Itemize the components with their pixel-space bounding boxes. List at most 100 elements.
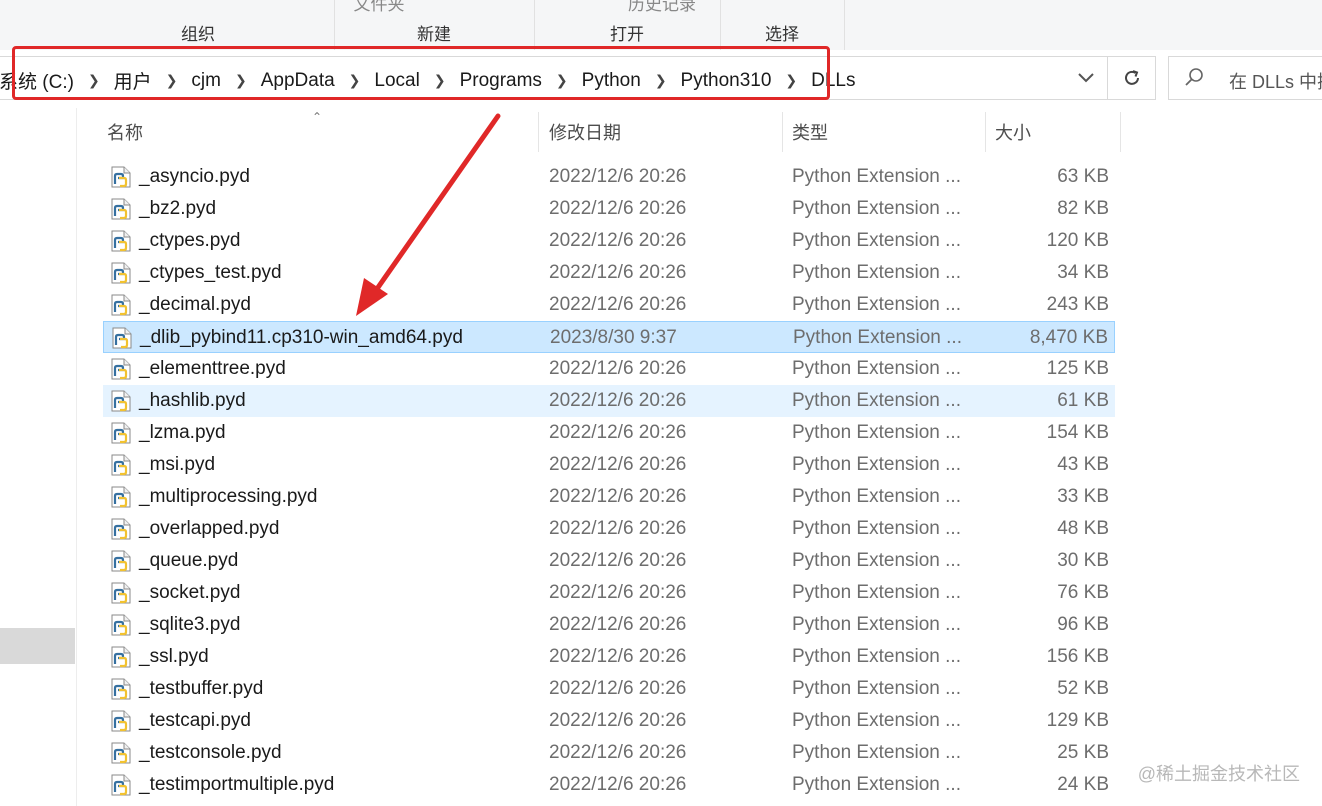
chevron-right-icon[interactable]: ❯ [80,72,108,89]
column-divider[interactable] [985,112,986,152]
table-row[interactable]: _testcapi.pyd 2022/12/6 20:26 Python Exten… [103,705,1115,737]
file-date: 2022/12/6 20:26 [549,646,687,667]
table-row[interactable]: _testbuffer.pyd 2022/12/6 20:26 Python Ext… [103,673,1115,705]
file-size: 154 KB [1046,422,1109,443]
address-bar[interactable]: 系统 (C:) ❯ 用户 ❯ cjm ❯ AppData ❯ Local ❯ P… [0,56,1108,100]
file-size: 25 KB [1057,742,1109,763]
file-size: 120 KB [1046,230,1109,251]
ribbon-group-open[interactable]: 历史记录 打开 [534,0,721,50]
file-type: Python Extension ... [792,646,961,667]
chevron-right-icon[interactable]: ❯ [341,72,369,89]
chevron-right-icon[interactable]: ❯ [548,72,576,89]
breadcrumb-item[interactable]: Python310 [675,70,778,92]
ribbon-cut-text: 文件夹 [353,0,405,14]
breadcrumb-item[interactable]: 用户 [108,67,158,94]
file-date: 2022/12/6 20:26 [549,550,687,571]
file-size: 129 KB [1046,710,1109,731]
file-type: Python Extension ... [792,518,961,539]
table-row[interactable]: _lzma.pyd 2022/12/6 20:26 Python Extension… [103,417,1115,449]
file-type: Python Extension ... [792,486,961,507]
python-file-icon [111,582,131,604]
breadcrumb-item[interactable]: Python [576,70,647,92]
file-size: 63 KB [1057,166,1109,187]
ribbon-group-label: 选择 [765,25,799,44]
file-type: Python Extension ... [792,390,961,411]
file-date: 2022/12/6 20:26 [549,518,687,539]
breadcrumb-item[interactable]: DLLs [805,70,861,92]
chevron-down-icon[interactable] [1066,56,1106,100]
column-header-size[interactable]: 大小 [995,112,1115,152]
file-date: 2022/12/6 20:26 [549,774,687,795]
table-row[interactable]: _queue.pyd 2022/12/6 20:26 Python Extensio… [103,545,1115,577]
file-name: _dlib_pybind11.cp310-win_amd64.pyd [140,327,463,348]
breadcrumb-item[interactable]: cjm [185,70,227,92]
search-input[interactable]: 在 DLLs 中搜 [1229,68,1322,94]
breadcrumb: 系统 (C:) ❯ 用户 ❯ cjm ❯ AppData ❯ Local ❯ P… [0,67,862,94]
table-row[interactable]: _ssl.pyd 2022/12/6 20:26 Python Extension … [103,641,1115,673]
file-date: 2022/12/6 20:26 [549,582,687,603]
table-row[interactable]: _msi.pyd 2022/12/6 20:26 Python Extension … [103,449,1115,481]
ribbon-group-label: 打开 [610,25,644,44]
table-row[interactable]: _testconsole.pyd 2022/12/6 20:26 Python Ex… [103,737,1115,769]
nav-selected-item[interactable] [0,628,75,664]
file-type: Python Extension ... [792,678,961,699]
refresh-button[interactable] [1108,56,1156,100]
chevron-right-icon[interactable]: ❯ [777,72,805,89]
python-file-icon [111,422,131,444]
file-name: _queue.pyd [139,550,239,571]
table-row[interactable]: _elementtree.pyd 2022/12/6 20:26 Python Ex… [103,353,1115,385]
file-name: _msi.pyd [139,454,216,475]
search-box[interactable]: 在 DLLs 中搜 [1168,56,1322,100]
table-row[interactable]: _socket.pyd 2022/12/6 20:26 Python Extensi… [103,577,1115,609]
file-name: _ctypes_test.pyd [139,262,282,283]
file-type: Python Extension ... [792,582,961,603]
breadcrumb-item[interactable]: AppData [255,70,341,92]
breadcrumb-item[interactable]: Local [368,70,425,92]
file-name: _asyncio.pyd [139,166,250,187]
table-row[interactable]: _multiprocessing.pyd 2022/12/6 20:26 Pytho… [103,481,1115,513]
column-header-date[interactable]: 修改日期 [549,112,779,152]
python-file-icon [111,646,131,668]
file-date: 2022/12/6 20:26 [549,454,687,475]
chevron-right-icon[interactable]: ❯ [647,72,675,89]
table-row[interactable]: _bz2.pyd 2022/12/6 20:26 Python Extension … [103,193,1115,225]
navigation-pane[interactable] [0,108,77,806]
table-row[interactable]: _ctypes_test.pyd 2022/12/6 20:26 Python Ex… [103,257,1115,289]
file-type: Python Extension ... [792,742,961,763]
python-file-icon [111,198,131,220]
table-row[interactable]: _dlib_pybind11.cp310-win_amd64.pyd 2023/8… [103,321,1115,353]
file-date: 2022/12/6 20:26 [549,166,687,187]
table-row[interactable]: _overlapped.pyd 2022/12/6 20:26 Python Ext… [103,513,1115,545]
file-type: Python Extension ... [792,774,961,795]
file-date: 2022/12/6 20:26 [549,486,687,507]
python-file-icon [112,327,132,349]
column-header-name[interactable]: 名称 [107,112,537,152]
column-header-type[interactable]: 类型 [792,112,982,152]
file-size: 76 KB [1057,582,1109,603]
file-name: _ctypes.pyd [139,230,241,251]
file-date: 2022/12/6 20:26 [549,262,687,283]
python-file-icon [111,518,131,540]
column-divider[interactable] [782,112,783,152]
chevron-right-icon[interactable]: ❯ [227,72,255,89]
column-divider[interactable] [538,112,539,152]
file-type: Python Extension ... [792,230,961,251]
table-row[interactable]: _sqlite3.pyd 2022/12/6 20:26 Python Extens… [103,609,1115,641]
chevron-right-icon[interactable]: ❯ [426,72,454,89]
file-type: Python Extension ... [792,422,961,443]
ribbon-group-new[interactable]: 文件夹 新建 [334,0,535,50]
chevron-right-icon[interactable]: ❯ [158,72,186,89]
file-size: 156 KB [1046,646,1109,667]
python-file-icon [111,550,131,572]
breadcrumb-item[interactable]: Programs [454,70,548,92]
file-size: 33 KB [1057,486,1109,507]
table-row[interactable]: _testimportmultiple.pyd 2022/12/6 20:26 Py… [103,769,1115,801]
file-name: _bz2.pyd [139,198,217,219]
ribbon-group-select[interactable]: 选择 [720,0,845,50]
table-row[interactable]: _asyncio.pyd 2022/12/6 20:26 Python Extens… [103,161,1115,193]
table-row[interactable]: _ctypes.pyd 2022/12/6 20:26 Python Extensi… [103,225,1115,257]
column-divider[interactable] [1120,112,1121,152]
table-row[interactable]: _decimal.pyd 2022/12/6 20:26 Python Extens… [103,289,1115,321]
table-row[interactable]: _hashlib.pyd 2022/12/6 20:26 Python Extens… [103,385,1115,417]
breadcrumb-item[interactable]: 系统 (C:) [0,67,80,94]
